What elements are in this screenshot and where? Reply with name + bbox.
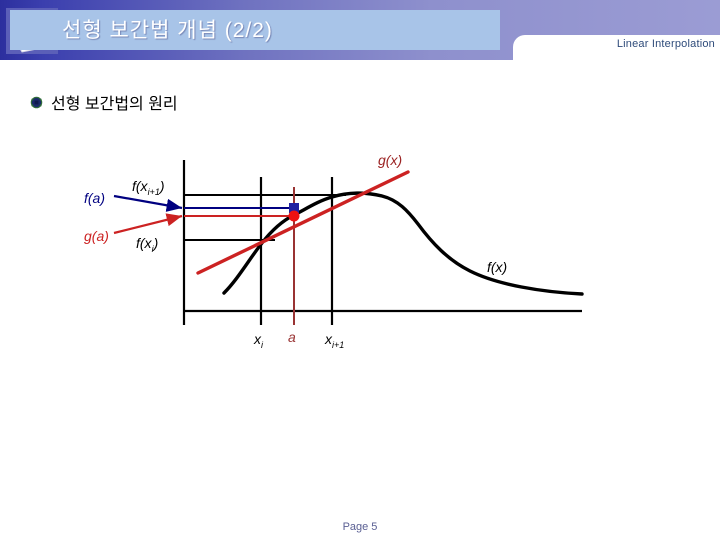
value-guides bbox=[113, 194, 294, 235]
axis-label-xi1-main: x bbox=[325, 331, 332, 347]
axis-label-xi1-sub: i+1 bbox=[332, 339, 345, 350]
axis-label-xi-main: x bbox=[254, 331, 261, 347]
label-g-a: g(a) bbox=[84, 228, 109, 244]
axis-label-xi-sub: i bbox=[261, 339, 263, 350]
axis-label-a: a bbox=[288, 329, 296, 345]
label-curve-g: g(x) bbox=[378, 152, 403, 168]
interpolation-figure bbox=[0, 0, 720, 540]
figure-axes bbox=[182, 160, 582, 325]
label-f-xi1-sub: i+1 bbox=[147, 186, 160, 197]
axis-label-xi1: xi+1 bbox=[325, 331, 344, 350]
bullet-row: 선형 보간법의 원리 bbox=[30, 90, 178, 114]
label-f-xi1-main: f(x bbox=[132, 178, 148, 194]
bullet-label: 선형 보간법의 원리 bbox=[51, 96, 178, 113]
label-f-xi-close: ) bbox=[153, 235, 159, 251]
label-f-xi1-close: ) bbox=[159, 178, 165, 194]
page-title: 선형 보간법 개념 (2/2) bbox=[62, 19, 273, 42]
marker-f-a bbox=[289, 203, 299, 213]
curve-f-of-x bbox=[222, 191, 584, 296]
label-f-a: f(a) bbox=[84, 190, 105, 206]
label-f-xi: f(xi) bbox=[136, 235, 158, 254]
line-g-of-x bbox=[196, 170, 410, 275]
axis-label-xi: xi bbox=[254, 331, 263, 350]
ornate-bullet-icon bbox=[30, 96, 43, 109]
markers bbox=[288, 203, 300, 222]
label-curve-f: f(x) bbox=[487, 259, 508, 275]
page-number: Page 5 bbox=[342, 521, 378, 533]
label-f-xi1: f(xi+1) bbox=[132, 178, 165, 197]
label-f-xi-main: f(x bbox=[136, 235, 152, 251]
header-subtitle: Linear Interpolation bbox=[616, 38, 715, 50]
marker-g-a bbox=[288, 210, 300, 222]
